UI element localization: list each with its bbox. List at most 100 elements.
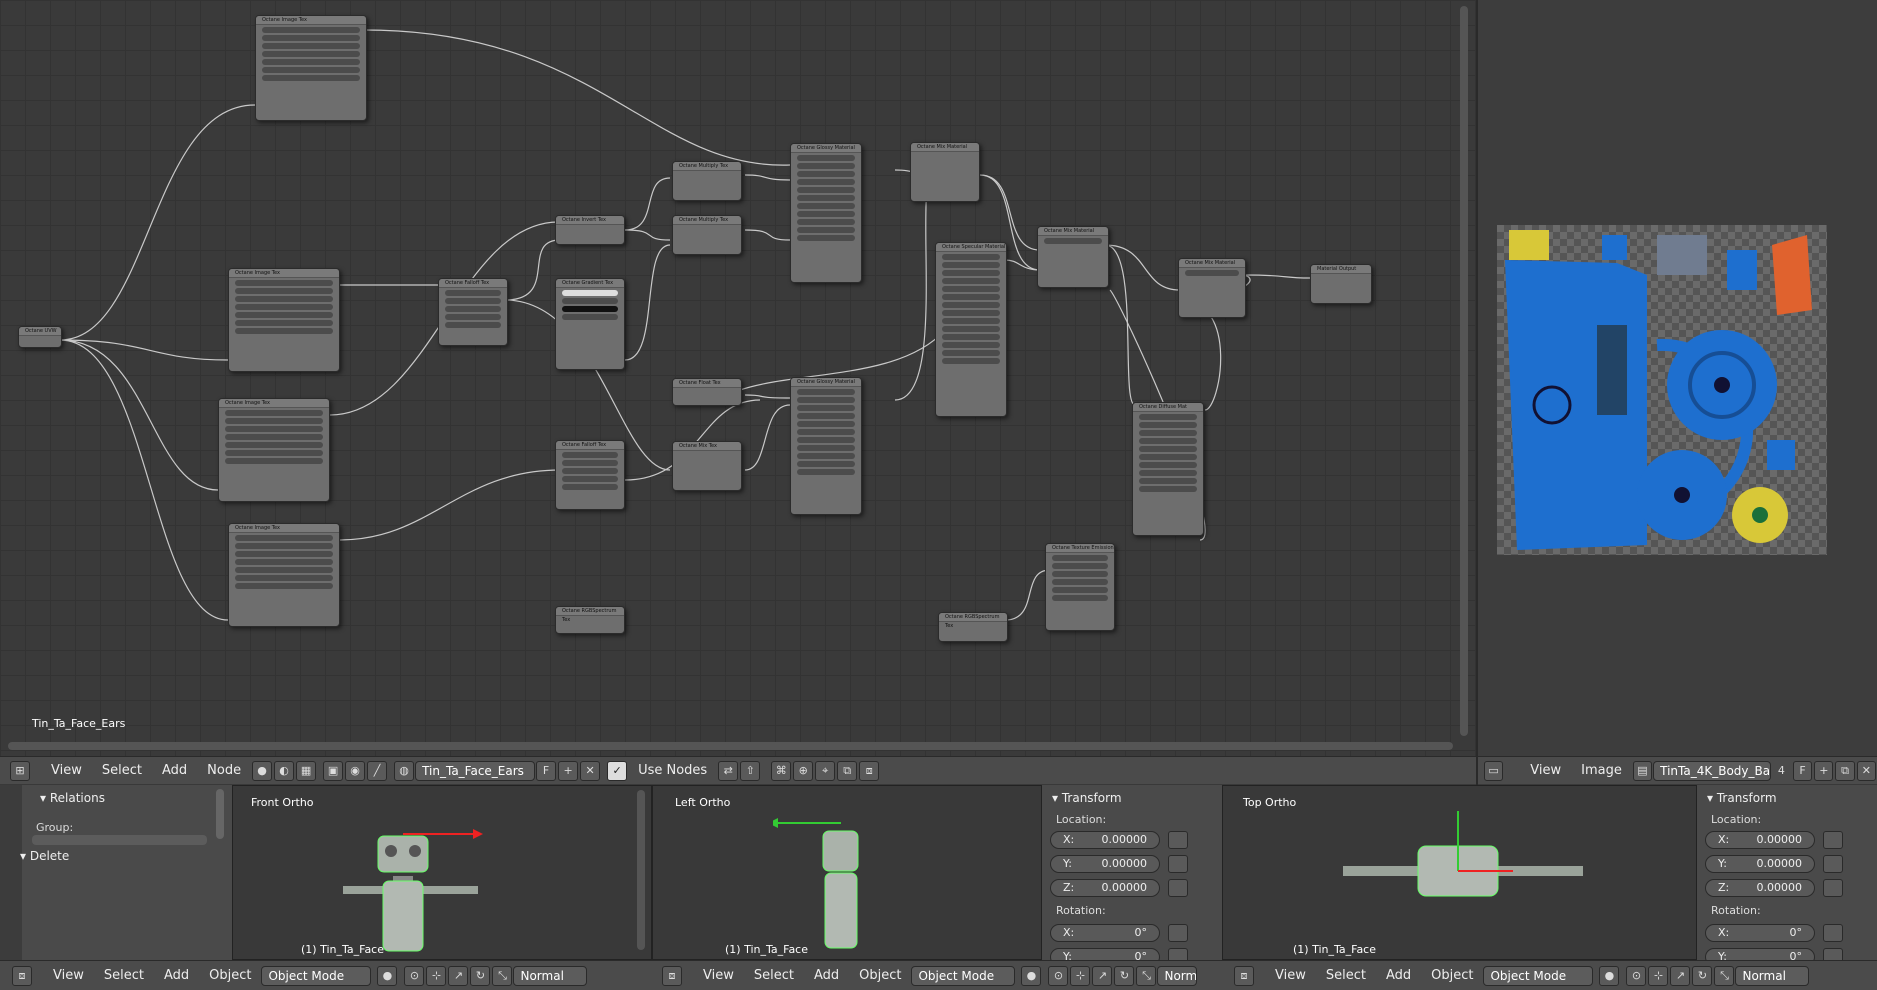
- menu-add[interactable]: Add: [164, 968, 189, 983]
- location-x-field[interactable]: X: 0.00000: [1705, 831, 1815, 849]
- node-specular-material[interactable]: Octane Specular Material: [935, 242, 1007, 417]
- node-material-output[interactable]: Material Output: [1310, 264, 1372, 304]
- parent-nodetree-icon[interactable]: ⇧: [740, 760, 761, 781]
- scale-icon[interactable]: ⤡: [492, 965, 513, 986]
- lock-icon[interactable]: [1168, 855, 1188, 873]
- rotate-icon[interactable]: ↻: [470, 965, 491, 986]
- menu-select[interactable]: Select: [1326, 968, 1366, 983]
- use-nodes-checkbox[interactable]: ✓: [607, 760, 628, 781]
- node-glossy-material-2[interactable]: Octane Glossy Material: [790, 377, 862, 515]
- delete-panel-header[interactable]: ▾ Delete: [10, 843, 79, 869]
- location-x-field[interactable]: X: 0.00000: [1050, 831, 1160, 849]
- scale-icon[interactable]: ⤡: [1714, 965, 1735, 986]
- pivot-point-icon[interactable]: ⊙: [1048, 965, 1069, 986]
- fake-user-button[interactable]: F: [536, 760, 557, 781]
- texture-nodes-icon[interactable]: ▦: [296, 760, 317, 781]
- copy-nodes-icon[interactable]: ⧉: [837, 760, 858, 781]
- menu-object[interactable]: Object: [1431, 968, 1473, 983]
- viewport-top[interactable]: Top Ortho (1) Tin_Ta_Face: [1222, 785, 1697, 960]
- snap-target-icon[interactable]: ⊕: [793, 760, 814, 781]
- image-new-icon[interactable]: +: [1814, 760, 1834, 781]
- world-shader-icon[interactable]: ◉: [345, 760, 366, 781]
- area-divider[interactable]: [1476, 0, 1478, 785]
- menu-select[interactable]: Select: [104, 968, 144, 983]
- rotation-x-field[interactable]: X: 0°: [1705, 924, 1815, 942]
- menu-object[interactable]: Object: [209, 968, 251, 983]
- tool-shelf-tabs[interactable]: [0, 785, 22, 960]
- node-mix-material-2[interactable]: Octane Mix Material: [1037, 226, 1109, 288]
- location-y-field[interactable]: Y: 0.00000: [1705, 855, 1815, 873]
- shading-icon[interactable]: ●: [1021, 965, 1042, 986]
- viewport-left[interactable]: Left Ortho (1) Tin_Ta_Face: [652, 785, 1042, 960]
- material-name-field[interactable]: Tin_Ta_Face_Ears: [415, 760, 536, 781]
- viewport-front-scrollbar[interactable]: [637, 790, 645, 950]
- node-mix-material-3[interactable]: Octane Mix Material: [1178, 258, 1246, 318]
- image-browse-icon[interactable]: ▤: [1632, 760, 1653, 781]
- image-unlink-icon[interactable]: ✕: [1856, 760, 1876, 781]
- menu-view[interactable]: View: [51, 763, 82, 778]
- pivot-point-icon[interactable]: ⊙: [404, 965, 425, 986]
- paste-nodes-icon[interactable]: ⧈: [859, 760, 880, 781]
- orientation-select[interactable]: Normal: [513, 965, 588, 986]
- view3d-editor-type-icon[interactable]: ⧈: [662, 965, 682, 986]
- node-editor-canvas[interactable]: Octane UVW Octane Image Tex Octane Image…: [0, 0, 1476, 756]
- add-material-icon[interactable]: +: [558, 760, 579, 781]
- compositing-nodes-icon[interactable]: ◐: [274, 760, 295, 781]
- node-rgb-spectrum-1[interactable]: Octane RGBSpectrum Tex: [555, 606, 625, 634]
- shader-nodes-icon[interactable]: ●: [252, 760, 273, 781]
- lock-icon[interactable]: [1823, 879, 1843, 897]
- translate-icon[interactable]: ↗: [1670, 965, 1691, 986]
- lock-icon[interactable]: [1823, 924, 1843, 942]
- menu-add[interactable]: Add: [1386, 968, 1411, 983]
- manipulator-icon[interactable]: ⊹: [1070, 965, 1091, 986]
- shading-icon[interactable]: ●: [377, 965, 398, 986]
- menu-select[interactable]: Select: [102, 763, 142, 778]
- location-z-field[interactable]: Z: 0.00000: [1050, 879, 1160, 897]
- node-rgb-spectrum-2[interactable]: Octane RGBSpectrum Tex: [938, 612, 1008, 642]
- vertical-scrollbar[interactable]: [1460, 6, 1468, 736]
- node-image-tex-4[interactable]: Octane Image Tex: [228, 523, 340, 627]
- menu-view[interactable]: View: [1275, 968, 1306, 983]
- image-fake-user-button[interactable]: F: [1792, 760, 1813, 781]
- node-diffuse-mat[interactable]: Octane Diffuse Mat: [1132, 402, 1204, 536]
- menu-node[interactable]: Node: [207, 763, 241, 778]
- lock-icon[interactable]: [1168, 831, 1188, 849]
- view3d-editor-type-icon[interactable]: ⧈: [12, 965, 32, 986]
- unlink-material-icon[interactable]: ✕: [580, 760, 601, 781]
- node-multiply-tex-1[interactable]: Octane Multiply Tex: [672, 161, 742, 201]
- pivot-icon[interactable]: ⌖: [815, 760, 836, 781]
- lock-icon[interactable]: [1823, 855, 1843, 873]
- transform-panel-header[interactable]: ▾ Transform: [1042, 785, 1222, 811]
- linestyle-icon[interactable]: ╱: [367, 760, 388, 781]
- node-falloff-tex-2[interactable]: Octane Falloff Tex: [555, 440, 625, 510]
- menu-view[interactable]: View: [53, 968, 84, 983]
- rotate-icon[interactable]: ↻: [1692, 965, 1713, 986]
- image-name-field[interactable]: TinTa_4K_Body_Bas...: [1653, 760, 1771, 781]
- orientation-select[interactable]: Norma: [1157, 965, 1198, 986]
- transform-panel-header[interactable]: ▾ Transform: [1697, 785, 1877, 811]
- menu-add[interactable]: Add: [162, 763, 187, 778]
- viewport-front[interactable]: Front Ortho (1) Tin_Ta_Face: [232, 785, 652, 960]
- translate-icon[interactable]: ↗: [1092, 965, 1113, 986]
- lock-icon[interactable]: [1168, 879, 1188, 897]
- image-menu-view[interactable]: View: [1530, 763, 1561, 778]
- node-mix-material-1[interactable]: Octane Mix Material: [910, 142, 980, 202]
- scale-icon[interactable]: ⤡: [1136, 965, 1157, 986]
- node-multiply-tex-2[interactable]: Octane Multiply Tex: [672, 215, 742, 255]
- image-editor-canvas[interactable]: [1477, 0, 1877, 756]
- menu-object[interactable]: Object: [859, 968, 901, 983]
- manipulator-icon[interactable]: ⊹: [1648, 965, 1669, 986]
- menu-add[interactable]: Add: [814, 968, 839, 983]
- horizontal-scrollbar[interactable]: [8, 742, 1453, 750]
- lock-icon[interactable]: [1168, 924, 1188, 942]
- node-invert-tex[interactable]: Octane Invert Tex: [555, 215, 625, 245]
- relations-panel-header[interactable]: ▾ Relations: [30, 785, 115, 811]
- node-float-tex[interactable]: Octane Float Tex: [672, 378, 742, 406]
- manipulator-icon[interactable]: ⊹: [426, 965, 447, 986]
- orientation-select[interactable]: Normal: [1735, 965, 1810, 986]
- image-open-icon[interactable]: ⧉: [1835, 760, 1855, 781]
- translate-icon[interactable]: ↗: [448, 965, 469, 986]
- rotation-x-field[interactable]: X: 0°: [1050, 924, 1160, 942]
- location-y-field[interactable]: Y: 0.00000: [1050, 855, 1160, 873]
- image-editor-type-icon[interactable]: ▭: [1484, 760, 1504, 781]
